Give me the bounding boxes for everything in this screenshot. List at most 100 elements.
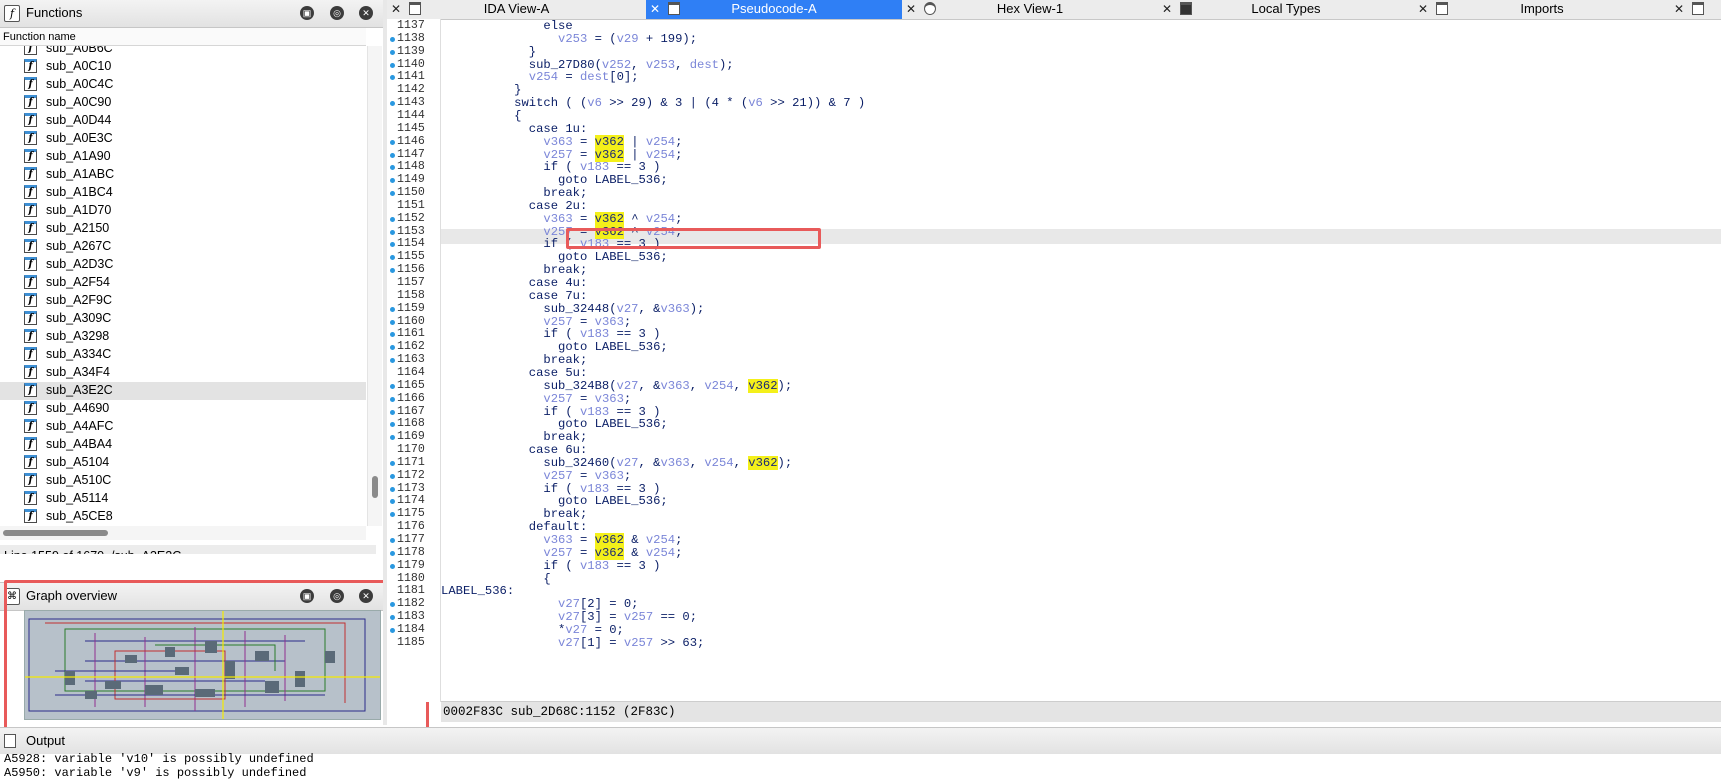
function-list-item[interactable]: f sub_A0C10 [0,58,366,76]
function-list-item[interactable]: f sub_A4AFC [0,418,366,436]
breakpoint-dot-icon[interactable] [390,409,395,415]
dock-icon[interactable]: ▣ [300,6,314,20]
tab-hex-view-1[interactable]: ✕ Hex View-1 [902,0,1158,19]
function-list-item[interactable]: f sub_A1ABC [0,166,366,184]
function-list-item[interactable]: f sub_A4690 [0,400,366,418]
breakpoint-dot-icon[interactable] [390,422,395,428]
line-number: 1182 [397,597,425,611]
breakpoint-dot-icon[interactable] [390,165,395,171]
breakpoint-dot-icon[interactable] [390,306,395,312]
function-icon: f [24,46,37,55]
function-list-item[interactable]: f sub_A510C [0,472,366,490]
function-list-item[interactable]: f sub_A2150 [0,220,366,238]
breakpoint-dot-icon[interactable] [390,36,395,42]
breakpoint-dot-icon[interactable] [390,62,395,68]
breakpoint-dot-icon[interactable] [390,383,395,389]
tab-icon [1692,2,1704,15]
tab-overflow[interactable]: ✕ [1670,0,1721,19]
function-list-item[interactable]: f sub_A2D3C [0,256,366,274]
function-list-scrollbar[interactable] [367,46,382,526]
function-list-item[interactable]: f sub_A34F4 [0,364,366,382]
function-list-hscrollbar[interactable] [0,526,366,540]
breakpoint-dot-icon[interactable] [390,473,395,479]
function-name: sub_A1ABC [46,167,115,181]
breakpoint-dot-icon[interactable] [390,101,395,107]
line-number: 1166 [397,391,425,405]
function-icon: f [24,491,37,505]
function-list-item[interactable]: f sub_A334C [0,346,366,364]
breakpoint-dot-icon[interactable] [390,345,395,351]
breakpoint-dot-icon[interactable] [390,152,395,158]
breakpoint-dot-icon[interactable] [390,139,395,145]
breakpoint-dot-icon[interactable] [390,550,395,556]
function-list-item[interactable]: f sub_A2F9C [0,292,366,310]
breakpoint-dot-icon[interactable] [390,615,395,621]
function-list-item[interactable]: f sub_A267C [0,238,366,256]
function-list-item[interactable]: f sub_A0B6C [0,46,366,58]
tab-close-icon[interactable]: ✕ [1674,2,1684,16]
function-list-item[interactable]: f sub_A2F54 [0,274,366,292]
function-list-item[interactable]: f sub_A4BA4 [0,436,366,454]
breakpoint-dot-icon[interactable] [390,627,395,633]
line-number: 1157 [397,276,425,289]
tab-ida-view-a[interactable]: ✕ IDA View-A [387,0,646,19]
breakpoint-dot-icon[interactable] [390,229,395,235]
breakpoint-dot-icon[interactable] [390,178,395,184]
breakpoint-dot-icon[interactable] [390,396,395,402]
function-list-item[interactable]: f sub_A5CE8 [0,508,366,526]
breakpoint-dot-icon[interactable] [390,460,395,466]
functions-panel-title: Functions [26,5,83,20]
function-list-item[interactable]: f sub_A0C4C [0,76,366,94]
tab-pseudocode-a[interactable]: ✕ Pseudocode-A [646,0,902,19]
breakpoint-dot-icon[interactable] [390,358,395,364]
function-list-item[interactable]: f sub_A1BC4 [0,184,366,202]
function-name: sub_A5114 [46,491,109,505]
pseudocode-view[interactable]: else v253 = (v29 + 199); } sub_27D80(v25… [441,19,1721,702]
breakpoint-dot-icon[interactable] [390,512,395,518]
line-number: 1165 [397,378,425,392]
function-list-item[interactable]: f sub_A1A90 [0,148,366,166]
function-list-item[interactable]: f sub_A0C90 [0,94,366,112]
output-log[interactable]: A5928: variable 'v10' is possibly undefi… [0,752,1721,783]
function-list-item[interactable]: f sub_A3E2C [0,382,366,400]
breakpoint-dot-icon[interactable] [390,255,395,261]
tab-imports[interactable]: ✕ Imports [1414,0,1670,19]
float-icon[interactable]: ◎ [330,6,344,20]
function-list-item[interactable]: f sub_A309C [0,310,366,328]
function-list-item[interactable]: f sub_A3298 [0,328,366,346]
hscrollbar-thumb[interactable] [3,530,108,536]
scrollbar-thumb[interactable] [372,476,378,498]
breakpoint-dot-icon[interactable] [390,268,395,274]
breakpoint-dot-icon[interactable] [390,75,395,81]
line-number: 1179 [397,558,425,572]
function-list-item[interactable]: f sub_A5114 [0,490,366,508]
function-list-item[interactable]: f sub_A0E3C [0,130,366,148]
breakpoint-dot-icon[interactable] [390,486,395,492]
breakpoint-dot-icon[interactable] [390,49,395,55]
function-list-item[interactable]: f sub_A1D70 [0,202,366,220]
breakpoint-dot-icon[interactable] [390,332,395,338]
close-icon[interactable]: ✕ [359,6,373,20]
breakpoint-dot-icon[interactable] [390,319,395,325]
function-list-item[interactable]: f sub_A5104 [0,454,366,472]
line-number-gutter[interactable]: 1137 1138 1139 1140 1141 1142 1143 1144 1145 1146… [387,19,441,702]
function-name: sub_A3E2C [46,383,113,397]
breakpoint-dot-icon[interactable] [390,191,395,197]
breakpoint-dot-icon[interactable] [390,242,395,248]
breakpoint-dot-icon[interactable] [390,216,395,222]
function-list[interactable]: f sub_A0B6C f sub_A0C10 f sub_A0C4C f sub_A0C90… [0,46,366,526]
function-icon: f [24,203,37,217]
line-number: 1155 [397,250,425,264]
breakpoint-dot-icon[interactable] [390,602,395,608]
output-icon [4,734,16,748]
tab-local-types[interactable]: ✕ Local Types [1158,0,1414,19]
breakpoint-dot-icon[interactable] [390,563,395,569]
breakpoint-dot-icon[interactable] [390,538,395,543]
breakpoint-dot-icon[interactable] [390,499,395,505]
function-name: sub_A5CE8 [46,509,113,523]
function-list-item[interactable]: f sub_A0D44 [0,112,366,130]
column-header-function-name[interactable]: Function name [0,28,366,46]
breakpoint-dot-icon[interactable] [390,435,395,441]
code-line[interactable]: v27[1] = v257 >> 63; [441,636,704,650]
function-name: sub_A2D3C [46,257,114,271]
